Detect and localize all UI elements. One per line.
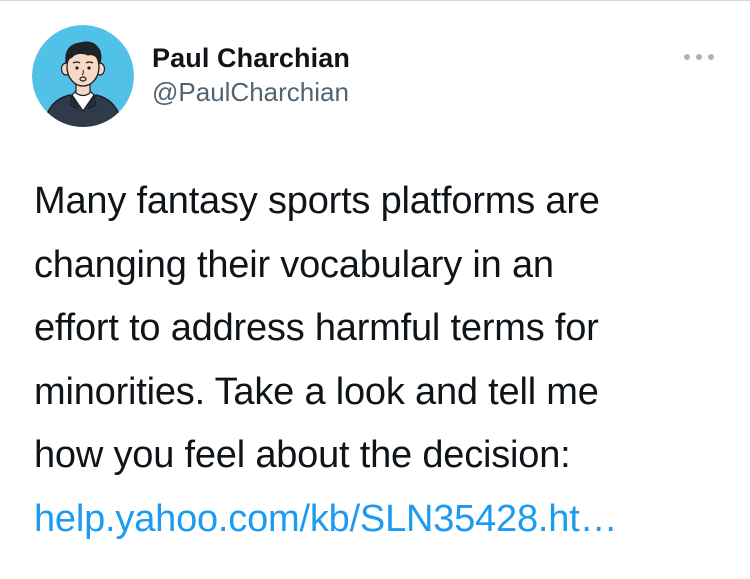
author-display-name[interactable]: Paul Charchian bbox=[152, 41, 350, 75]
tweet-text-line: Many fantasy sports platforms are bbox=[34, 180, 600, 222]
author-avatar[interactable] bbox=[32, 25, 134, 127]
ellipsis-icon bbox=[684, 54, 690, 60]
cartoon-avatar-icon bbox=[32, 25, 134, 127]
tweet-text-line: how you feel about the decision: bbox=[34, 434, 571, 476]
tweet-text: Many fantasy sports platforms are changi… bbox=[34, 170, 734, 551]
tweet-text-line: minorities. Take a look and tell me bbox=[34, 370, 599, 413]
tweet-text-line: changing their vocabulary in an bbox=[34, 243, 554, 286]
author-info: Paul Charchian @PaulCharchian bbox=[152, 41, 350, 109]
tweet-link[interactable]: help.yahoo.com/kb/SLN35428.ht… bbox=[34, 498, 618, 540]
author-handle[interactable]: @PaulCharchian bbox=[152, 75, 350, 109]
more-options-button[interactable] bbox=[684, 50, 716, 64]
tweet-card: Paul Charchian @PaulCharchian Many fanta… bbox=[0, 0, 750, 579]
tweet-text-line: effort to address harmful terms for bbox=[34, 307, 599, 349]
